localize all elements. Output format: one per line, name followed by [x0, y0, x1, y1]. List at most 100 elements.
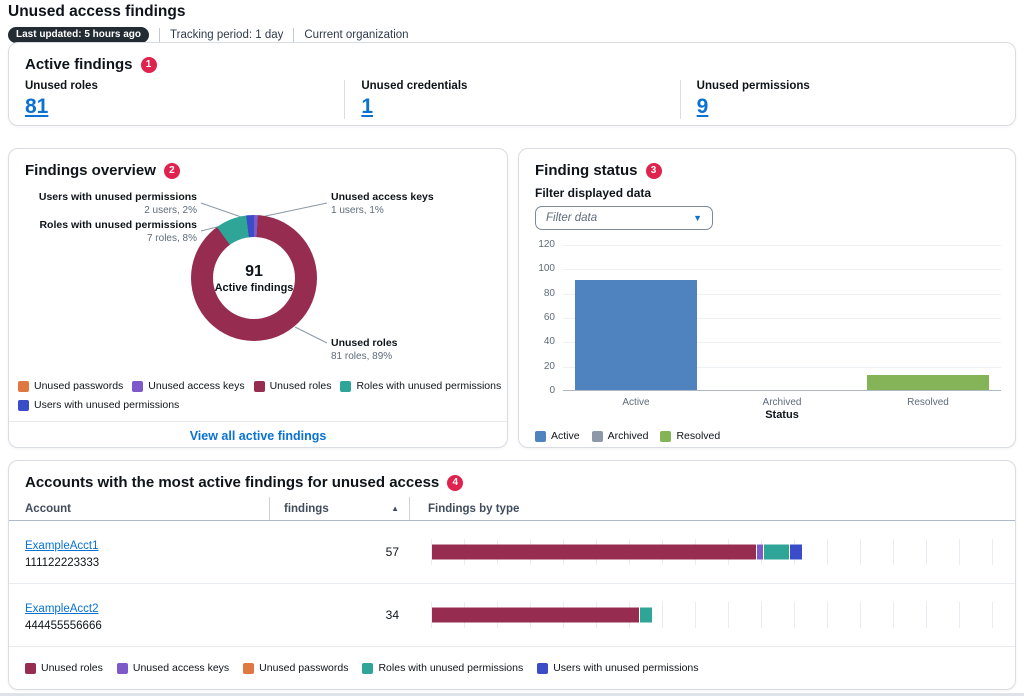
- active-findings-total: 91: [245, 263, 263, 281]
- donut-chart[interactable]: 91 Active findings: [191, 215, 317, 341]
- callout-title: Unused roles: [331, 337, 491, 350]
- gridline: [563, 245, 1001, 246]
- column-header-account: Account: [25, 497, 269, 520]
- last-updated-badge: Last updated: 5 hours ago: [8, 27, 149, 43]
- status-bar-resolved[interactable]: [867, 375, 989, 390]
- callout-sub: 7 roles, 8%: [21, 233, 197, 245]
- y-axis-tick-label: 120: [525, 239, 555, 250]
- y-axis-tick-label: 80: [525, 288, 555, 299]
- y-axis-tick-label: 20: [525, 361, 555, 372]
- legend-swatch: [25, 663, 36, 674]
- legend-swatch: [592, 431, 603, 442]
- callout-sub: 1 users, 1%: [331, 205, 491, 217]
- legend-item[interactable]: Unused roles: [254, 380, 332, 392]
- legend-item[interactable]: Roles with unused permissions: [340, 380, 501, 392]
- metric-label: Unused permissions: [697, 80, 1015, 92]
- legend-item[interactable]: Resolved: [660, 430, 720, 442]
- legend-item[interactable]: Unused roles: [25, 662, 103, 674]
- legend-item[interactable]: Users with unused permissions: [18, 399, 179, 411]
- page-title: Unused access findings: [8, 3, 409, 21]
- legend-label: Unused access keys: [133, 662, 229, 674]
- annotation-badge-1: 1: [141, 57, 157, 73]
- view-all-active-findings-link[interactable]: View all active findings: [9, 429, 507, 443]
- sort-ascending-icon[interactable]: ▲: [391, 504, 399, 513]
- donut-legend: Unused passwords Unused access keys Unused…: [18, 380, 506, 411]
- unused-credentials-count-link[interactable]: 1: [361, 95, 373, 119]
- stacked-bar[interactable]: [432, 545, 803, 560]
- callout-sub: 2 users, 2%: [29, 205, 197, 217]
- legend-label: Unused passwords: [34, 380, 123, 392]
- x-axis-tick-label: Active: [563, 397, 709, 408]
- legend-swatch: [243, 663, 254, 674]
- column-header-findings-label: findings: [284, 503, 329, 515]
- legend-swatch: [132, 381, 143, 392]
- tracking-period: Tracking period: 1 day: [170, 29, 283, 41]
- unused-permissions-count-link[interactable]: 9: [697, 95, 709, 119]
- finding-status-card: Finding status 3 Filter displayed data F…: [518, 148, 1016, 448]
- gridline: [563, 269, 1001, 270]
- findings-count: 57: [269, 545, 409, 559]
- accounts-legend: Unused roles Unused access keys Unused pas…: [25, 662, 1001, 674]
- legend-label: Resolved: [676, 430, 720, 442]
- status-legend: Active Archived Resolved: [535, 430, 1001, 442]
- account-link[interactable]: ExampleAcct1: [25, 540, 99, 552]
- annotation-badge-4: 4: [447, 475, 463, 491]
- column-header-findings[interactable]: findings ▲: [269, 497, 409, 520]
- legend-item[interactable]: Unused passwords: [243, 662, 348, 674]
- legend-label: Roles with unused permissions: [378, 662, 523, 674]
- filter-data-select[interactable]: Filter data ▼: [535, 206, 713, 230]
- bar-segment-roles_with_unused_permissions: [764, 545, 790, 560]
- account-link[interactable]: ExampleAcct2: [25, 603, 99, 615]
- legend-item[interactable]: Unused access keys: [132, 380, 244, 392]
- legend-item[interactable]: Unused passwords: [18, 380, 123, 392]
- stacked-bar[interactable]: [432, 608, 653, 623]
- unused-access-findings-page: Unused access findings Last updated: 5 h…: [0, 0, 1024, 696]
- callout-title: Users with unused permissions: [29, 191, 197, 204]
- legend-swatch: [537, 663, 548, 674]
- accounts-table-card: Accounts with the most active findings f…: [8, 460, 1016, 690]
- callout-sub: 81 roles, 89%: [331, 351, 491, 363]
- account-cell: ExampleAcct2444455556666: [25, 599, 269, 632]
- table-row: ExampleAcct1 11112222333357: [9, 521, 1015, 584]
- legend-item[interactable]: Archived: [592, 430, 649, 442]
- select-placeholder: Filter data: [546, 212, 597, 224]
- bar-segment-unused_roles: [432, 545, 757, 560]
- findings-count: 34: [269, 608, 409, 622]
- meta-divider: [293, 28, 294, 42]
- active-findings-card: Active findings 1 Unused roles 81 Unused…: [8, 42, 1016, 126]
- legend-swatch: [117, 663, 128, 674]
- metric-label: Unused credentials: [361, 80, 679, 92]
- accounts-table-title: Accounts with the most active findings f…: [25, 474, 439, 491]
- legend-label: Unused roles: [41, 662, 103, 674]
- y-axis-tick-label: 60: [525, 312, 555, 323]
- legend-label: Users with unused permissions: [34, 399, 179, 411]
- annotation-badge-3: 3: [646, 163, 662, 179]
- findings-by-type-cell: [409, 584, 999, 646]
- status-bar-active[interactable]: [575, 280, 697, 390]
- unused-roles-count-link[interactable]: 81: [25, 95, 48, 119]
- bar-segment-unused_roles: [432, 608, 640, 623]
- legend-label: Users with unused permissions: [553, 662, 698, 674]
- legend-label: Archived: [608, 430, 649, 442]
- findings-overview-card: Findings overview 2 91 Active findings U…: [8, 148, 508, 448]
- y-axis-tick-label: 40: [525, 336, 555, 347]
- donut-center-label: Active findings: [215, 282, 294, 294]
- legend-item[interactable]: Active: [535, 430, 580, 442]
- table-body: ExampleAcct1 11112222333357 ExampleAcct244…: [9, 521, 1015, 647]
- account-id: 111122223333: [25, 557, 269, 569]
- legend-swatch: [535, 431, 546, 442]
- legend-item[interactable]: Roles with unused permissions: [362, 662, 523, 674]
- legend-item[interactable]: Users with unused permissions: [537, 662, 698, 674]
- legend-label: Roles with unused permissions: [356, 380, 501, 392]
- callout-users-with-unused-permissions: Users with unused permissions 2 users, 2…: [29, 191, 197, 217]
- donut-center: 91 Active findings: [191, 215, 317, 341]
- table-header-row: Account findings ▲ Findings by type: [9, 497, 1015, 521]
- bar-segment-roles_with_unused_permissions: [640, 608, 653, 623]
- legend-label: Unused access keys: [148, 380, 244, 392]
- card-divider: [9, 421, 507, 422]
- active-findings-title: Active findings: [25, 56, 133, 73]
- filter-displayed-data-label: Filter displayed data: [535, 186, 651, 200]
- legend-item[interactable]: Unused access keys: [117, 662, 229, 674]
- legend-swatch: [340, 381, 351, 392]
- status-axis-label: Status: [563, 409, 1001, 421]
